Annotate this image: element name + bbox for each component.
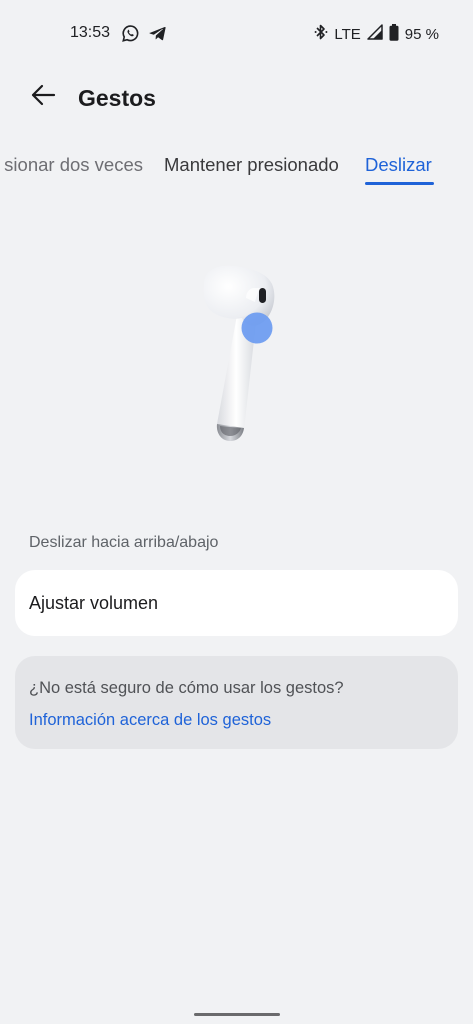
- back-button[interactable]: [26, 82, 60, 112]
- touch-point-dot: [241, 312, 273, 344]
- page-title: Gestos: [78, 85, 156, 111]
- arrow-left-icon: [30, 84, 56, 111]
- gesture-action-card[interactable]: Ajustar volumen: [15, 570, 458, 636]
- help-question: ¿No está seguro de cómo usar los gestos?: [29, 679, 344, 697]
- screen: 13:53 LTE 95 % Gestos sionar dos veces M…: [0, 0, 473, 1024]
- gesture-action-label: Ajustar volumen: [29, 593, 159, 613]
- tab-double-press[interactable]: sionar dos veces: [4, 154, 143, 176]
- tab-long-press[interactable]: Mantener presionado: [164, 154, 339, 176]
- signal-icon: [367, 24, 383, 44]
- whatsapp-icon: [121, 24, 140, 48]
- battery-percent: 95 %: [404, 25, 439, 43]
- battery-icon: [389, 23, 399, 45]
- gestures-info-link[interactable]: Información acerca de los gestos: [29, 711, 271, 730]
- bluetooth-icon: [314, 23, 328, 45]
- status-right-group: LTE 95 %: [314, 23, 439, 45]
- status-bar: 13:53 LTE 95 %: [0, 0, 473, 66]
- tab-selected-indicator: [365, 182, 434, 185]
- gesture-tabs: sionar dos veces Mantener presionado Des…: [0, 150, 473, 192]
- gesture-nav-handle[interactable]: [194, 1013, 280, 1016]
- tab-swipe[interactable]: Deslizar: [365, 154, 432, 176]
- telegram-icon: [148, 24, 167, 48]
- network-type: LTE: [334, 25, 361, 43]
- earbud-illustration: [190, 258, 290, 453]
- help-card: ¿No está seguro de cómo usar los gestos?…: [15, 656, 458, 749]
- section-label-swipe: Deslizar hacia arriba/abajo: [29, 534, 219, 551]
- status-time: 13:53: [70, 24, 111, 41]
